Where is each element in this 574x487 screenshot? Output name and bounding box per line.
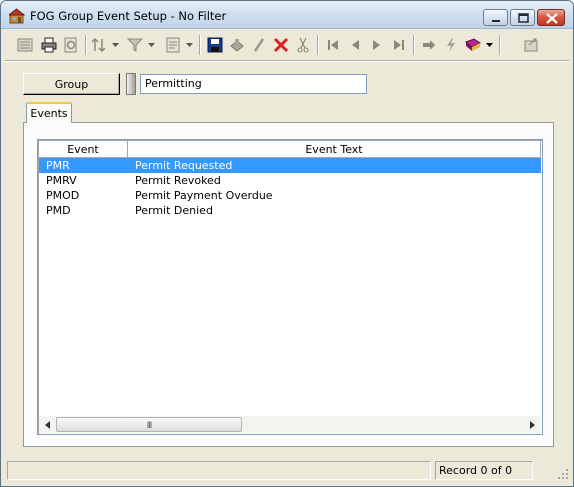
cut-icon	[297, 37, 309, 53]
print-preview-button[interactable]	[61, 34, 81, 56]
filter-icon	[127, 38, 143, 52]
scroll-right-button[interactable]	[524, 416, 541, 433]
app-window: FOG Group Event Setup - No Filter Group …	[0, 0, 574, 487]
goto-button[interactable]	[419, 34, 439, 56]
app-icon	[9, 8, 25, 24]
tab-events[interactable]: Events	[26, 102, 72, 123]
event-text-cell: Permit Requested	[135, 159, 233, 172]
event-code-cell: PMR	[46, 159, 70, 172]
group-field[interactable]: Permitting	[140, 74, 367, 94]
table-row[interactable]: PMRV Permit Revoked	[39, 173, 541, 188]
toolbar-divider	[5, 60, 569, 62]
last-record-button[interactable]	[389, 34, 409, 56]
next-record-icon	[373, 40, 380, 50]
first-record-button[interactable]	[323, 34, 343, 56]
table-row[interactable]: PMD Permit Denied	[39, 203, 541, 218]
maximize-icon	[518, 13, 529, 23]
list-button[interactable]	[15, 34, 35, 56]
toolbar	[11, 32, 545, 58]
stamp-button[interactable]	[227, 34, 247, 56]
report-button[interactable]	[163, 34, 183, 56]
scroll-thumb[interactable]: III	[56, 417, 242, 432]
list-icon	[17, 38, 33, 52]
table-row[interactable]: PMR Permit Requested	[39, 158, 541, 173]
close-icon	[546, 13, 558, 24]
edit-button[interactable]	[249, 34, 269, 56]
toolbar-separator	[317, 35, 319, 55]
events-tab-panel: Event Event Text PMR Permit Requested PM…	[23, 122, 554, 447]
cut-button[interactable]	[293, 34, 313, 56]
filter-dropdown[interactable]	[146, 34, 156, 56]
window-title: FOG Group Event Setup - No Filter	[30, 9, 227, 23]
event-text-cell: Permit Denied	[135, 204, 213, 217]
resize-grip-icon[interactable]	[557, 468, 569, 480]
sort-dropdown[interactable]	[110, 34, 120, 56]
event-code-cell: PMRV	[46, 174, 77, 187]
delete-icon	[273, 37, 289, 53]
chevron-right-icon	[530, 420, 535, 429]
minimize-button[interactable]	[483, 9, 508, 26]
exit-icon	[524, 38, 538, 52]
chevron-down-icon	[185, 43, 193, 47]
toolbar-separator	[413, 35, 415, 55]
delete-button[interactable]	[271, 34, 291, 56]
filter-button[interactable]	[125, 34, 145, 56]
close-button[interactable]	[537, 9, 565, 26]
events-grid[interactable]: Event Event Text PMR Permit Requested PM…	[37, 139, 543, 435]
previous-record-button[interactable]	[345, 34, 365, 56]
chevron-down-icon	[111, 43, 119, 47]
last-record-icon	[394, 40, 404, 50]
next-record-button[interactable]	[367, 34, 387, 56]
print-icon	[41, 37, 57, 53]
print-button[interactable]	[39, 34, 59, 56]
toolbar-separator	[199, 35, 201, 55]
event-code-cell: PMOD	[46, 189, 80, 202]
toolbar-separator	[85, 35, 87, 55]
chevron-down-icon	[147, 43, 155, 47]
table-row[interactable]: PMOD Permit Payment Overdue	[39, 188, 541, 203]
report-icon	[166, 37, 180, 53]
title-bar: FOG Group Event Setup - No Filter	[1, 1, 573, 29]
column-header-event[interactable]: Event	[39, 141, 128, 158]
event-text-cell: Permit Payment Overdue	[135, 189, 273, 202]
client-area: Group Permitting Events Event Event Text…	[5, 29, 569, 482]
toolbar-separator	[499, 35, 501, 55]
record-count: Record 0 of 0	[435, 461, 533, 480]
sort-button[interactable]	[89, 34, 109, 56]
chevron-down-icon	[485, 43, 493, 47]
status-bar: Record 0 of 0	[5, 459, 569, 482]
report-dropdown[interactable]	[184, 34, 194, 56]
status-pane	[7, 461, 431, 480]
previous-record-icon	[352, 40, 359, 50]
print-preview-icon	[64, 37, 77, 53]
minimize-icon	[492, 20, 500, 22]
lightning-button[interactable]	[441, 34, 461, 56]
chevron-left-icon	[45, 420, 50, 429]
column-header-event-text[interactable]: Event Text	[128, 141, 541, 158]
group-indicator	[126, 73, 136, 95]
goto-icon	[423, 40, 435, 50]
edit-icon	[253, 38, 265, 52]
horizontal-scrollbar[interactable]: III	[39, 416, 541, 433]
sort-icon	[91, 37, 106, 53]
book-button[interactable]	[463, 34, 483, 56]
maximize-button[interactable]	[510, 9, 535, 26]
first-record-icon	[328, 40, 338, 50]
save-icon	[207, 37, 223, 53]
stamp-icon	[230, 39, 244, 52]
book-dropdown[interactable]	[484, 34, 494, 56]
grid-header: Event Event Text	[39, 141, 541, 158]
exit-button[interactable]	[521, 34, 541, 56]
save-button[interactable]	[205, 34, 225, 56]
group-button[interactable]: Group	[23, 73, 120, 95]
event-text-cell: Permit Revoked	[135, 174, 221, 187]
scroll-left-button[interactable]	[39, 416, 56, 433]
lightning-icon	[447, 38, 455, 52]
book-icon	[465, 38, 481, 51]
event-code-cell: PMD	[46, 204, 71, 217]
